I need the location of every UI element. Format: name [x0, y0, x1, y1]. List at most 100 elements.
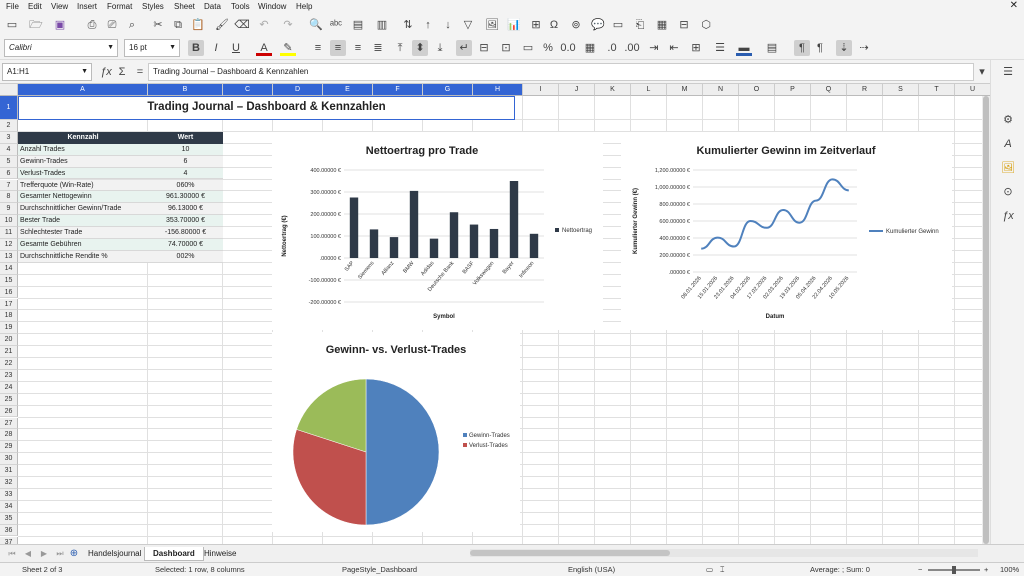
- align-top-icon[interactable]: ⤒: [392, 40, 408, 56]
- column-header[interactable]: G: [423, 84, 473, 96]
- expand-formula-bar-icon[interactable]: ▾: [974, 64, 990, 80]
- spelling-icon[interactable]: ᵃᵇᶜ: [328, 17, 344, 33]
- comment-icon[interactable]: 💬: [590, 17, 606, 33]
- row-header[interactable]: 4: [0, 143, 18, 156]
- font-color-icon[interactable]: A: [256, 40, 272, 56]
- kpi-label[interactable]: Gesamte Gebühren: [18, 239, 148, 251]
- kpi-value[interactable]: -156.80000 €: [148, 227, 223, 239]
- bar[interactable]: [369, 229, 379, 258]
- insert-image-icon[interactable]: 🖼: [484, 17, 500, 33]
- show-draw-functions-icon[interactable]: ⬡: [698, 17, 714, 33]
- kpi-label[interactable]: Durchschnittlicher Gewinn/Trade: [18, 203, 148, 216]
- text-direction-ltr-icon[interactable]: ¶: [794, 40, 810, 56]
- column-icon[interactable]: ▥: [374, 17, 390, 33]
- column-header[interactable]: I: [523, 84, 559, 96]
- kpi-label[interactable]: Anzahl Trades: [18, 143, 148, 156]
- highlight-color-icon[interactable]: ✎: [280, 40, 296, 56]
- sum-icon[interactable]: Σ: [114, 64, 130, 80]
- menu-file[interactable]: File: [6, 2, 19, 11]
- row-header[interactable]: 33: [0, 488, 18, 501]
- close-document-icon[interactable]: ✕: [1010, 0, 1018, 11]
- kpi-header-value[interactable]: Wert: [148, 131, 223, 144]
- column-header[interactable]: A: [18, 84, 148, 96]
- vertical-scrollbar[interactable]: [982, 96, 990, 544]
- navigator-icon[interactable]: ⊙: [1000, 184, 1016, 200]
- row-header[interactable]: 17: [0, 298, 18, 311]
- row-header[interactable]: 11: [0, 227, 18, 239]
- print-icon[interactable]: ⎚: [104, 17, 120, 33]
- align-right-icon[interactable]: ≡: [350, 40, 366, 56]
- kpi-label[interactable]: Schlechtester Trade: [18, 227, 148, 239]
- number-format-icon[interactable]: 0.0: [560, 40, 576, 56]
- add-decimal-icon[interactable]: .0: [604, 40, 620, 56]
- column-header[interactable]: N: [703, 84, 739, 96]
- column-header[interactable]: S: [883, 84, 919, 96]
- tab-handelsjournal[interactable]: Handelsjournal: [80, 547, 149, 561]
- kpi-label[interactable]: Bester Trade: [18, 215, 148, 228]
- row-header[interactable]: 35: [0, 512, 18, 525]
- chevron-down-icon[interactable]: ▼: [107, 40, 114, 56]
- new-document-icon[interactable]: ▭: [4, 17, 20, 33]
- column-header[interactable]: R: [847, 84, 883, 96]
- column-header[interactable]: H: [473, 84, 523, 96]
- border-color-icon[interactable]: ▬: [736, 40, 752, 56]
- chevron-down-icon[interactable]: ▼: [169, 40, 176, 56]
- row-header[interactable]: 5: [0, 155, 18, 168]
- row-header[interactable]: 37: [0, 536, 18, 544]
- column-header[interactable]: K: [595, 84, 631, 96]
- zoom-level[interactable]: 100%: [1000, 565, 1019, 574]
- kpi-label[interactable]: Durchschnittliche Rendite %: [18, 250, 148, 263]
- row-header[interactable]: 3: [0, 131, 18, 144]
- column-header[interactable]: L: [631, 84, 667, 96]
- align-left-icon[interactable]: ≡: [310, 40, 326, 56]
- bar[interactable]: [389, 237, 399, 258]
- sort-ascending-icon[interactable]: ↑: [420, 17, 436, 33]
- bar[interactable]: [449, 212, 459, 258]
- kpi-value[interactable]: 4: [148, 167, 223, 180]
- row-header[interactable]: 36: [0, 524, 18, 537]
- font-size-box[interactable]: 16 pt ▼: [124, 39, 180, 57]
- row-header[interactable]: 15: [0, 274, 18, 287]
- menu-help[interactable]: Help: [296, 2, 312, 11]
- row-header[interactable]: 18: [0, 310, 18, 323]
- clone-formatting-icon[interactable]: 🖌: [214, 17, 230, 33]
- kpi-value[interactable]: 002%: [148, 250, 223, 263]
- freeze-rows-icon[interactable]: ▦: [654, 17, 670, 33]
- redo-icon[interactable]: ↷: [280, 17, 296, 33]
- menu-data[interactable]: Data: [204, 2, 221, 11]
- bold-icon[interactable]: B: [188, 40, 204, 56]
- menu-sheet[interactable]: Sheet: [174, 2, 195, 11]
- autofilter-icon[interactable]: ▽: [460, 17, 476, 33]
- bar[interactable]: [469, 224, 479, 258]
- column-header[interactable]: Q: [811, 84, 847, 96]
- row-header[interactable]: 34: [0, 500, 18, 513]
- language[interactable]: English (USA): [568, 565, 615, 574]
- win-loss-pie-chart[interactable]: Gewinn- vs. Verlust-Trades Gewinn-Trades V…: [272, 332, 520, 532]
- formula-icon[interactable]: =: [132, 64, 148, 80]
- row-header[interactable]: 32: [0, 477, 18, 489]
- kpi-header-metric[interactable]: Kennzahl: [18, 131, 148, 144]
- find-replace-icon[interactable]: 🔍: [308, 17, 324, 33]
- row-header[interactable]: 12: [0, 239, 18, 251]
- column-header[interactable]: E: [323, 84, 373, 96]
- cumulative-profit-line-chart[interactable]: Kumulierter Gewinn im Zeitverlauf 1,200.0…: [621, 132, 952, 330]
- column-header[interactable]: D: [273, 84, 323, 96]
- row-header[interactable]: 9: [0, 203, 18, 216]
- undo-icon[interactable]: ↶: [256, 17, 272, 33]
- center-vertically-icon[interactable]: ⬍: [412, 40, 428, 56]
- row-header[interactable]: 23: [0, 369, 18, 382]
- kpi-value[interactable]: 96.13000 €: [148, 203, 223, 216]
- decrease-indent-icon[interactable]: ⇤: [666, 40, 682, 56]
- horizontal-scrollbar[interactable]: [470, 549, 978, 557]
- bar[interactable]: [489, 228, 499, 258]
- kpi-value[interactable]: 74.70000 €: [148, 239, 223, 251]
- font-name-box[interactable]: Calibri ▼: [4, 39, 118, 57]
- currency-format-icon[interactable]: ▭: [520, 40, 536, 56]
- zoom-slider-handle[interactable]: [952, 566, 956, 574]
- percent-format-icon[interactable]: %: [540, 40, 556, 56]
- function-wizard-icon[interactable]: ƒx: [98, 64, 114, 80]
- styles-icon[interactable]: A: [1000, 136, 1016, 152]
- special-character-icon[interactable]: Ω: [546, 17, 562, 33]
- zoom-in-icon[interactable]: +: [984, 565, 988, 574]
- row-header[interactable]: 24: [0, 381, 18, 394]
